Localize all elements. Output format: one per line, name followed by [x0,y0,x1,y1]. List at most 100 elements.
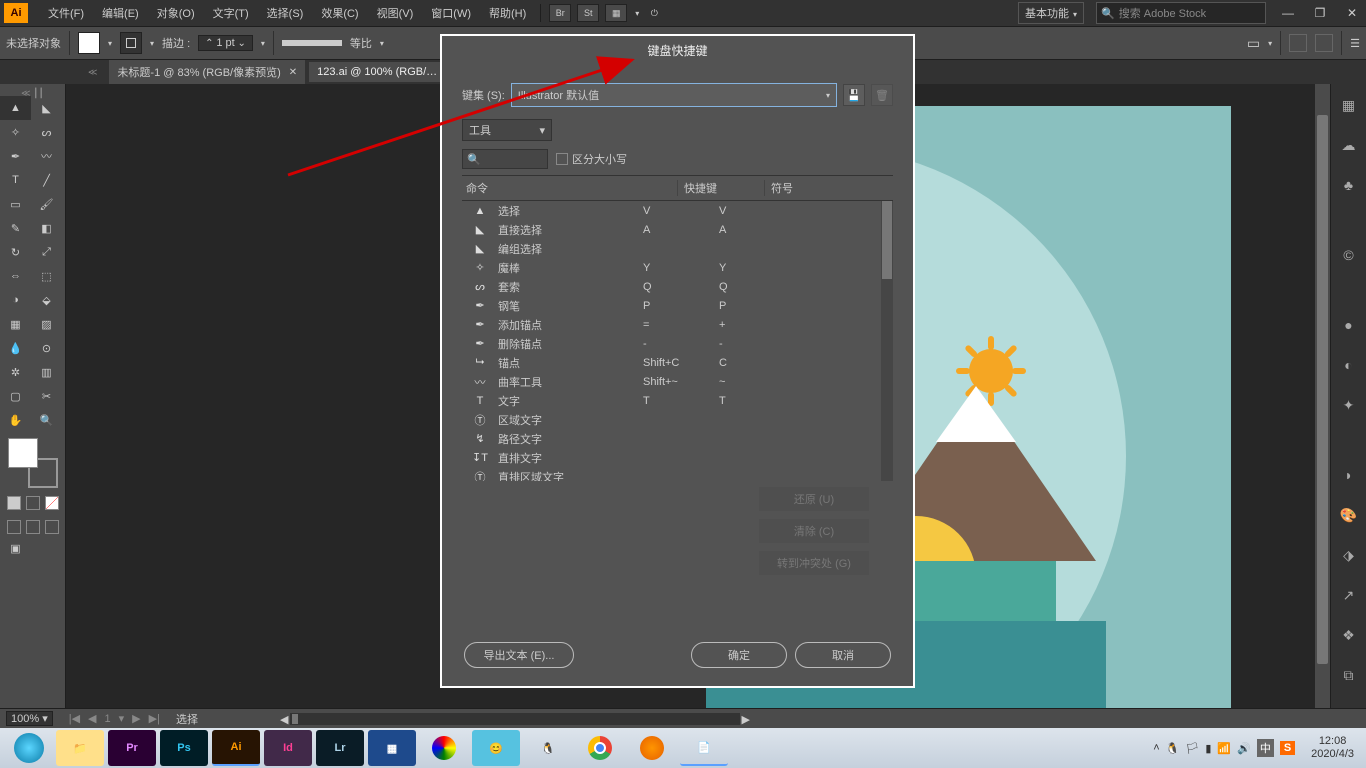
menu-edit[interactable]: 编辑(E) [94,3,147,23]
selection-tool[interactable]: ▲ [0,96,31,120]
menu-type[interactable]: 文字(T) [205,3,257,23]
list-item[interactable]: 〰 曲率工具 Shift+~ ~ [462,372,893,391]
panel-grip-icon[interactable]: ≪ ┃┃ [0,88,65,96]
scale-tool[interactable]: ⤢ [31,240,62,264]
list-item[interactable]: ▲ 选择 V V [462,201,893,220]
taskbar-app-lightroom[interactable]: Lr [316,730,364,766]
tray-up-icon[interactable]: ˄ [1153,742,1159,754]
appearance-panel-icon[interactable]: ↗ [1338,584,1360,606]
menu-window[interactable]: 窗口(W) [423,3,479,23]
shortcut-search-input[interactable]: 🔍 [462,149,548,169]
stroke-panel-icon[interactable]: ◗ [1338,464,1360,486]
line-tool[interactable]: ╱ [31,168,62,192]
eraser-tool[interactable]: ◧ [31,216,62,240]
tabs-scroll-left-icon[interactable]: ≪ [80,67,105,78]
perspective-tool[interactable]: ⬙ [31,288,62,312]
case-sensitive-checkbox[interactable] [556,153,568,165]
tray-flag-icon[interactable]: 🏳 [1185,742,1199,755]
tray-network-icon[interactable]: 📶 [1217,742,1231,755]
arrange-doc-icon[interactable]: ▦ [605,4,627,22]
fill-dropdown-icon[interactable]: ▾ [108,39,112,48]
cc-panel-icon[interactable]: © [1338,244,1360,266]
tray-battery-icon[interactable]: ▮ [1205,742,1211,755]
list-item[interactable]: ✒ 添加锚点 = + [462,315,893,334]
graph-tool[interactable]: ▥ [31,360,62,384]
type-tool[interactable]: T [0,168,31,192]
zoom-select[interactable]: 100% ▾ [6,711,53,726]
properties-panel-icon[interactable]: ▦ [1338,94,1360,116]
menu-file[interactable]: 文件(F) [40,3,92,23]
stroke-weight-dropdown-icon[interactable]: ▾ [261,39,265,48]
taskbar-app-generic2[interactable] [420,730,468,766]
shortcut-set-combo[interactable]: Illustrator 默认值▾ [511,83,837,107]
width-tool[interactable]: ⇔ [0,264,31,288]
shape-builder-tool[interactable]: ◑ [0,288,31,312]
lasso-tool[interactable]: ᔕ [31,120,62,144]
window-close-icon[interactable]: ✕ [1342,6,1362,20]
list-item[interactable]: T 文字 T T [462,391,893,410]
taskbar-app-notepad[interactable]: 📄 [680,730,728,766]
gradient-mode-icon[interactable] [26,496,40,510]
list-item[interactable]: ◣ 直接选择 A A [462,220,893,239]
gpu-icon[interactable]: ⏻ [643,4,665,22]
arrange-dropdown-icon[interactable]: ▾ [635,9,639,18]
list-item[interactable]: ✒ 删除锚点 - - [462,334,893,353]
menu-view[interactable]: 视图(V) [369,3,422,23]
taskbar-app-browser[interactable] [14,733,44,763]
scope-combo[interactable]: 工具▾ [462,119,552,141]
menu-select[interactable]: 选择(S) [259,3,312,23]
taskbar-app-photoshop[interactable]: Ps [160,730,208,766]
gradient-tool[interactable]: ▨ [31,312,62,336]
symbol-sprayer-tool[interactable]: ✲ [0,360,31,384]
menu-object[interactable]: 对象(O) [149,3,203,23]
taskbar-app-firefox[interactable] [628,730,676,766]
libraries-panel-icon[interactable]: ☁ [1338,134,1360,156]
swatches-panel-icon[interactable]: ◐ [1338,354,1360,376]
taskbar-app-premiere[interactable]: Pr [108,730,156,766]
rectangle-tool[interactable]: ▭ [0,192,31,216]
mesh-tool[interactable]: ▦ [0,312,31,336]
list-item[interactable]: ᔕ 套索 Q Q [462,277,893,296]
cancel-button[interactable]: 取消 [795,642,891,668]
tray-sogou-icon[interactable]: S [1280,741,1295,755]
gradient-panel-icon[interactable]: 🎨 [1338,504,1360,526]
tray-qq-icon[interactable]: 🐧 [1166,742,1180,755]
fill-swatch[interactable] [78,32,100,54]
symbols-panel-icon[interactable]: ✦ [1338,394,1360,416]
zoom-tool[interactable]: 🔍 [31,408,62,432]
artboard-tool[interactable]: ▢ [0,384,31,408]
slice-tool[interactable]: ✂ [31,384,62,408]
bridge-icon[interactable]: Br [549,4,571,22]
menu-effect[interactable]: 效果(C) [313,3,366,23]
vertical-scrollbar[interactable] [1315,84,1330,708]
tray-clock[interactable]: 12:082020/4/3 [1311,735,1354,761]
ok-button[interactable]: 确定 [691,642,787,668]
paintbrush-tool[interactable]: 🖌 [31,192,62,216]
screen-mode-icon[interactable]: ▣ [0,536,31,560]
profile-dropdown-icon[interactable]: ▾ [380,39,384,48]
taskbar-app-illustrator[interactable]: Ai [212,730,260,766]
tray-ime-icon[interactable]: 中 [1257,739,1274,757]
taskbar-app-generic1[interactable]: ▦ [368,730,416,766]
workspace-switcher[interactable]: 基本功能▾ [1018,2,1084,24]
rotate-tool[interactable]: ↻ [0,240,31,264]
fill-color-icon[interactable] [8,438,38,468]
close-icon[interactable]: ✕ [289,67,297,78]
tab-doc-2[interactable]: 123.ai @ 100% (RGB/… [309,62,445,82]
draw-normal-icon[interactable] [7,520,21,534]
options-menu-icon[interactable]: ☰ [1350,37,1360,50]
none-mode-icon[interactable] [45,496,59,510]
free-transform-tool[interactable]: ⬚ [31,264,62,288]
artboard-nav[interactable]: |◀◀1▾▶▶| [65,712,164,725]
layers-panel-icon[interactable]: ❖ [1338,624,1360,646]
export-text-button[interactable]: 导出文本 (E)... [464,642,574,668]
fill-stroke-box[interactable] [8,438,58,488]
taskbar-app-chrome[interactable] [576,730,624,766]
draw-behind-icon[interactable] [26,520,40,534]
tab-doc-1[interactable]: 未标题-1 @ 83% (RGB/像素预览)✕ [109,60,305,84]
eyedropper-tool[interactable]: 💧 [0,336,31,360]
list-item[interactable]: ✒ 钢笔 P P [462,296,893,315]
list-item[interactable]: ✧ 魔棒 Y Y [462,258,893,277]
list-item[interactable]: Ⓣ 区域文字 [462,410,893,429]
taskbar-app-indesign[interactable]: Id [264,730,312,766]
